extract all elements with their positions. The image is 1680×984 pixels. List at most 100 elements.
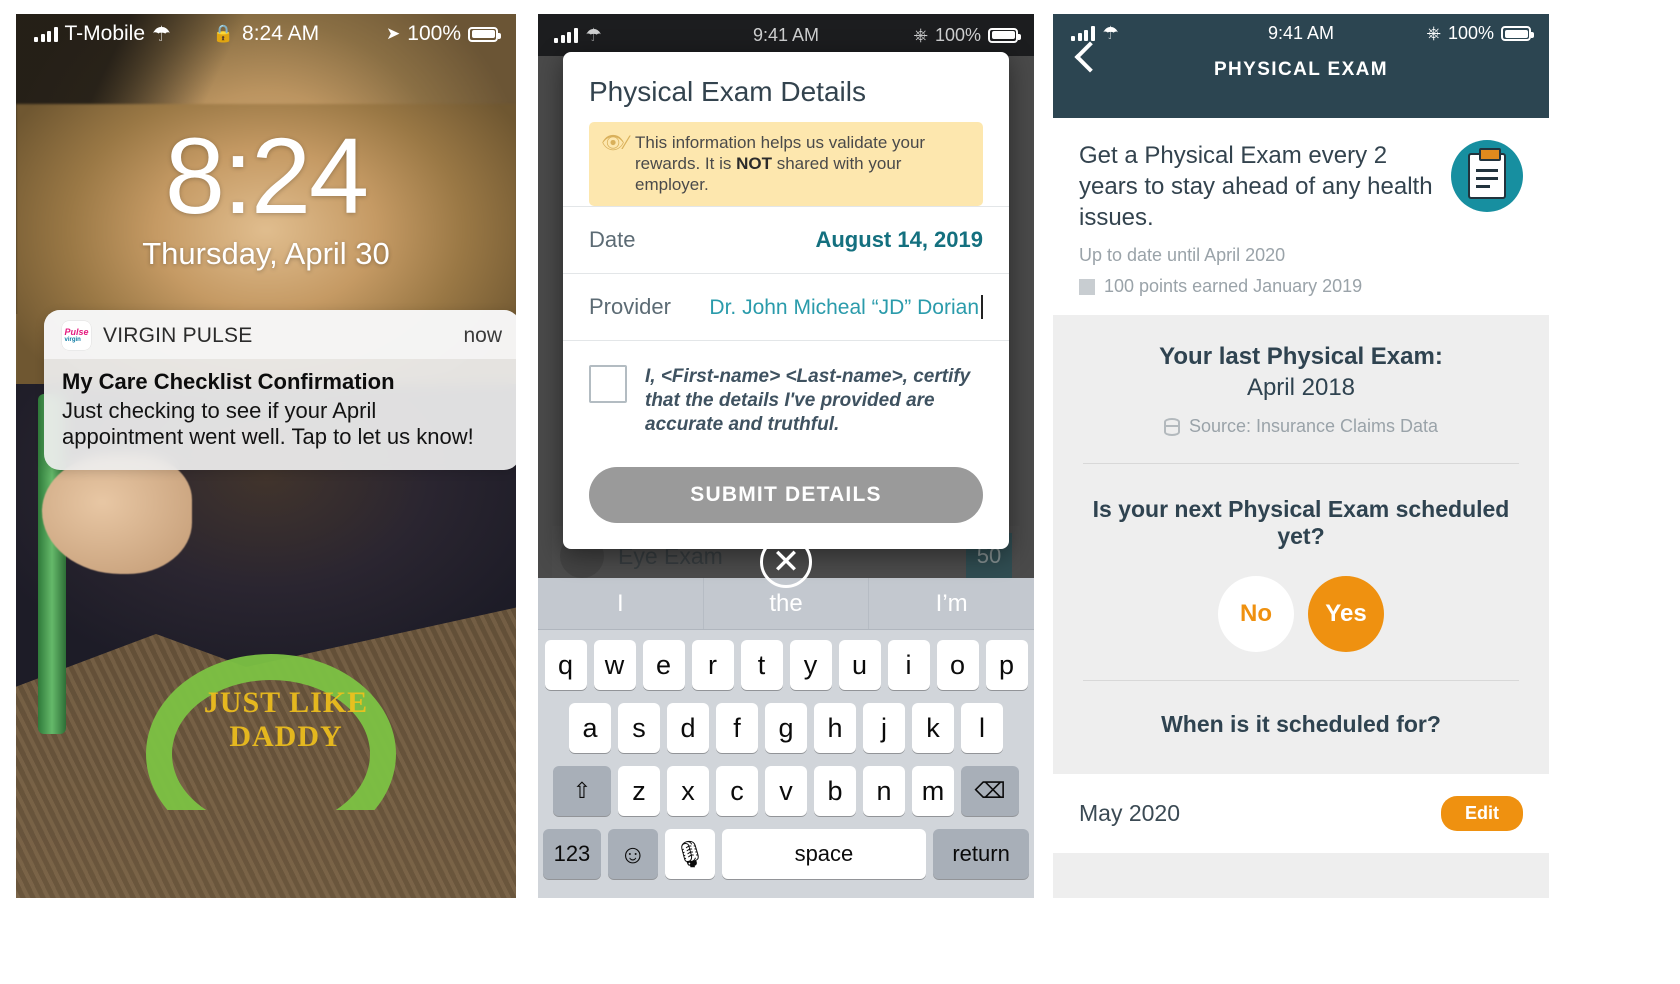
key-e[interactable]: e	[642, 640, 685, 690]
certify-row[interactable]: I, <First-name> <Last-name>, certify tha…	[563, 340, 1009, 445]
edit-button[interactable]: Edit	[1441, 796, 1523, 831]
notification-header: Pulse virgin VIRGIN PULSE now	[44, 310, 516, 359]
backspace-icon[interactable]: ⌫	[961, 766, 1019, 816]
keyboard-row-1: q w e r t y u i o p	[543, 640, 1029, 690]
phone3-header: ☂ 9:41 AM ⎈ 100% PHYSICAL EXAM	[1053, 14, 1549, 118]
last-exam-date: April 2018	[1246, 374, 1356, 401]
smiley-face-icon[interactable]: ☺	[607, 829, 658, 879]
notification-message: Just checking to see if your April appoi…	[62, 398, 474, 449]
battery-full-icon	[1501, 26, 1534, 41]
key-n[interactable]: n	[863, 766, 905, 816]
scheduled-answer-buttons: No Yes	[1083, 576, 1519, 652]
return-key[interactable]: return	[933, 829, 1029, 879]
key-p[interactable]: p	[985, 640, 1028, 690]
key-v[interactable]: v	[765, 766, 807, 816]
privacy-notice-text: This information helps us validate your …	[635, 132, 971, 195]
provider-input[interactable]: Dr. John Micheal “JD” Dorian	[709, 296, 979, 319]
when-question-label: When is it scheduled for?	[1161, 711, 1441, 737]
scheduled-date-value: May 2020	[1079, 800, 1181, 826]
key-b[interactable]: b	[814, 766, 856, 816]
field-row-date[interactable]: Date August 14, 2019	[563, 206, 1009, 273]
exam-up-to-date: Up to date until April 2020	[1079, 245, 1286, 265]
wallpaper-shirt-text: JUST LIKE DADDY	[203, 686, 369, 753]
key-c[interactable]: c	[716, 766, 758, 816]
location-arrow-icon: ➤	[386, 24, 401, 43]
close-x-icon[interactable]: ✕	[760, 536, 812, 588]
keyboard-rows: q w e r t y u i o p a s d f g h j k l ⇧ …	[538, 630, 1034, 879]
answer-yes-button[interactable]: Yes	[1308, 576, 1384, 652]
key-i[interactable]: i	[887, 640, 930, 690]
phone3-status-right: ⎈ 100%	[1426, 23, 1534, 44]
phone-1-lockscreen: JUST LIKE DADDY T-Mobile ☂ 🔒 8:24 AM ➤ 10…	[16, 14, 516, 898]
key-g[interactable]: g	[765, 703, 807, 753]
suggestion-1[interactable]: I	[538, 578, 703, 629]
battery-full-icon	[988, 27, 1021, 43]
numbers-key[interactable]: 123	[543, 829, 601, 879]
status-time: 8:24 AM	[242, 22, 320, 45]
notification-timestamp: now	[463, 323, 502, 347]
key-k[interactable]: k	[912, 703, 954, 753]
space-key[interactable]: space	[721, 829, 927, 879]
suggestion-3[interactable]: I’m	[868, 578, 1034, 629]
battery-percent-label: 100%	[407, 22, 461, 45]
key-l[interactable]: l	[961, 703, 1003, 753]
notification-banner[interactable]: Pulse virgin VIRGIN PULSE now My Care Che…	[44, 310, 516, 470]
phone1-status-right: ➤ 100%	[386, 22, 501, 46]
three-phone-screenshot-composite: JUST LIKE DADDY T-Mobile ☂ 🔒 8:24 AM ➤ 10…	[0, 0, 1680, 984]
key-t[interactable]: t	[740, 640, 783, 690]
key-a[interactable]: a	[569, 703, 611, 753]
bluetooth-icon: ⎈	[1426, 23, 1441, 43]
date-field-value[interactable]: August 14, 2019	[815, 227, 983, 253]
key-h[interactable]: h	[814, 703, 856, 753]
answer-no-button[interactable]: No	[1218, 576, 1294, 652]
provider-field-wrap: Dr. John Micheal “JD” Dorian	[709, 294, 983, 320]
keyboard-row-4: 123 ☺ 🎙 space return	[543, 829, 1029, 879]
key-y[interactable]: y	[789, 640, 832, 690]
last-exam-source-row: Source: Insurance Claims Data	[1083, 416, 1519, 437]
key-d[interactable]: d	[667, 703, 709, 753]
key-z[interactable]: z	[618, 766, 660, 816]
phone1-status-bar: T-Mobile ☂ 🔒 8:24 AM ➤ 100%	[16, 14, 516, 54]
key-j[interactable]: j	[863, 703, 905, 753]
key-w[interactable]: w	[593, 640, 636, 690]
database-icon	[1163, 417, 1180, 436]
last-exam-source-label: Source: Insurance Claims Data	[1188, 416, 1439, 436]
shift-arrow-icon[interactable]: ⇧	[553, 766, 611, 816]
last-exam-title: Your last Physical Exam:	[1159, 343, 1443, 370]
points-flag-icon	[1079, 278, 1095, 295]
last-exam-card: Your last Physical Exam: April 2018 Sour…	[1053, 315, 1549, 774]
eye-slash-icon: 👁⁄	[601, 133, 629, 154]
scheduled-question-label: Is your next Physical Exam scheduled yet…	[1092, 496, 1510, 549]
exam-intro-section: Get a Physical Exam every 2 years to sta…	[1053, 118, 1549, 315]
key-s[interactable]: s	[618, 703, 660, 753]
field-row-provider[interactable]: Provider Dr. John Micheal “JD” Dorian	[563, 273, 1009, 340]
exam-points-row: 100 points earned January 2019	[1079, 276, 1523, 297]
key-o[interactable]: o	[936, 640, 979, 690]
modal-title: Physical Exam Details	[589, 76, 866, 107]
exam-headline: Get a Physical Exam every 2 years to sta…	[1079, 142, 1433, 231]
certify-checkbox[interactable]	[589, 365, 627, 403]
certify-label: I, <First-name> <Last-name>, certify tha…	[645, 366, 971, 435]
points-earned-label: 100 points earned January 2019	[1104, 276, 1363, 296]
keyboard-row-3: ⇧ z x c v b n m ⌫	[543, 766, 1029, 816]
date-field-label: Date	[589, 227, 636, 252]
key-u[interactable]: u	[838, 640, 881, 690]
lockscreen-date: Thursday, April 30	[142, 236, 390, 271]
key-f[interactable]: f	[716, 703, 758, 753]
key-q[interactable]: q	[544, 640, 587, 690]
keyboard-row-2: a s d f g h j k l	[543, 703, 1029, 753]
battery-percent-label: 100%	[934, 24, 981, 45]
phone3-status-bar: ☂ 9:41 AM ⎈ 100%	[1053, 14, 1549, 44]
microphone-icon[interactable]: 🎙	[664, 829, 715, 879]
submit-details-button[interactable]: SUBMIT DETAILS	[589, 467, 983, 523]
key-m[interactable]: m	[912, 766, 954, 816]
phone2-status-bar: ☂ 9:41 AM ⎈ 100%	[538, 14, 1034, 56]
virgin-pulse-app-icon: Pulse virgin	[62, 321, 91, 350]
key-x[interactable]: x	[667, 766, 709, 816]
page-title: PHYSICAL EXAM	[1213, 59, 1389, 80]
notification-app-name: VIRGIN PULSE	[103, 323, 253, 347]
key-r[interactable]: r	[691, 640, 734, 690]
notice-text-bold: NOT	[736, 154, 772, 173]
notification-body: My Care Checklist Confirmation Just chec…	[44, 359, 516, 470]
text-caret	[981, 294, 983, 319]
